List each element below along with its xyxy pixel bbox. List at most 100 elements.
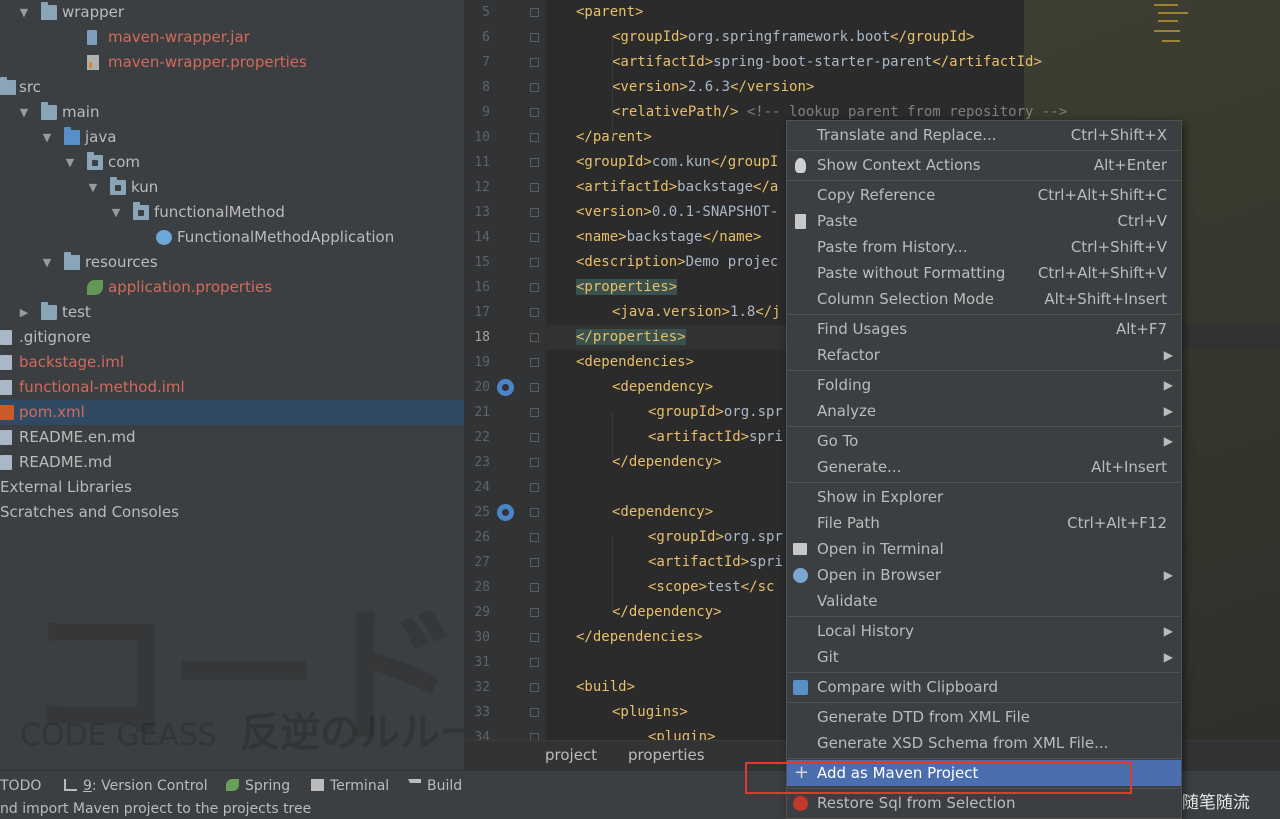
menu-item-column-selection-mode[interactable]: Column Selection Mode Alt+Shift+Insert — [787, 286, 1181, 312]
menu-item-open-in-terminal[interactable]: Open in Terminal — [787, 536, 1181, 562]
menu-item-open-in-browser[interactable]: Open in Browser ▶ — [787, 562, 1181, 588]
tree-item[interactable]: README.md — [0, 450, 464, 475]
tree-item[interactable]: application.properties — [0, 275, 464, 300]
menu-item-paste[interactable]: Paste Ctrl+V — [787, 208, 1181, 234]
menu-item-refactor[interactable]: Refactor ▶ — [787, 342, 1181, 368]
menu-item-find-usages[interactable]: Find Usages Alt+F7 — [787, 316, 1181, 342]
tree-item[interactable]: functional-method.iml — [0, 375, 464, 400]
fold-marker-icon[interactable] — [530, 58, 539, 67]
collapse-arrow-icon[interactable]: ▶ — [17, 300, 31, 325]
tree-item[interactable]: backstage.iml — [0, 350, 464, 375]
tool-window-todo[interactable]: TODO — [0, 778, 41, 794]
fold-marker-icon[interactable] — [530, 333, 539, 342]
fold-marker-icon[interactable] — [530, 533, 539, 542]
menu-item-show-in-explorer[interactable]: Show in Explorer — [787, 484, 1181, 510]
menu-item-generate-xsd-schema-from-xml-file[interactable]: Generate XSD Schema from XML File... — [787, 730, 1181, 756]
tree-item[interactable]: Scratches and Consoles — [0, 500, 464, 525]
fold-marker-icon[interactable] — [530, 558, 539, 567]
dependency-gutter-icon[interactable] — [497, 379, 514, 396]
fold-marker-icon[interactable] — [530, 383, 539, 392]
fold-marker-icon[interactable] — [530, 8, 539, 17]
menu-item-copy-reference[interactable]: Copy Reference Ctrl+Alt+Shift+C — [787, 182, 1181, 208]
tree-item[interactable]: README.en.md — [0, 425, 464, 450]
menu-item-validate[interactable]: Validate — [787, 588, 1181, 614]
menu-separator — [787, 672, 1181, 673]
fold-marker-icon[interactable] — [530, 283, 539, 292]
tree-item[interactable]: maven-wrapper.jar — [0, 25, 464, 50]
expand-arrow-icon[interactable]: ▼ — [17, 100, 31, 125]
fold-marker-icon[interactable] — [530, 483, 539, 492]
fold-marker-icon[interactable] — [530, 433, 539, 442]
tree-item-label: README.md — [19, 453, 113, 471]
menu-item-local-history[interactable]: Local History ▶ — [787, 618, 1181, 644]
breadcrumb-item-project[interactable]: project — [545, 746, 597, 764]
fold-marker-icon[interactable] — [530, 233, 539, 242]
fold-marker-icon[interactable] — [530, 408, 539, 417]
expand-arrow-icon[interactable]: ▼ — [86, 175, 100, 200]
code-comment: <!-- lookup parent from repository --> — [738, 104, 1068, 120]
line-number: 33 — [474, 705, 490, 720]
fold-marker-icon[interactable] — [530, 258, 539, 267]
tree-item[interactable]: ▼ functionalMethod — [0, 200, 464, 225]
tree-item[interactable]: FunctionalMethodApplication — [0, 225, 464, 250]
fold-marker-icon[interactable] — [530, 583, 539, 592]
tree-item[interactable]: ▼ com — [0, 150, 464, 175]
fold-marker-icon[interactable] — [530, 208, 539, 217]
menu-item-show-context-actions[interactable]: Show Context Actions Alt+Enter — [787, 152, 1181, 178]
fold-marker-icon[interactable] — [530, 133, 539, 142]
menu-item-file-path[interactable]: File Path Ctrl+Alt+F12 — [787, 510, 1181, 536]
tree-item[interactable]: ▼ resources — [0, 250, 464, 275]
fold-marker-icon[interactable] — [530, 683, 539, 692]
line-number: 28 — [474, 580, 490, 595]
fold-marker-icon[interactable] — [530, 508, 539, 517]
fold-marker-icon[interactable] — [530, 158, 539, 167]
tree-item[interactable]: ▼ wrapper — [0, 0, 464, 25]
tool-window-build[interactable]: Build — [408, 778, 462, 794]
expand-arrow-icon[interactable]: ▼ — [40, 250, 54, 275]
fold-marker-icon[interactable] — [530, 458, 539, 467]
dependency-gutter-icon[interactable] — [497, 504, 514, 521]
menu-item-analyze[interactable]: Analyze ▶ — [787, 398, 1181, 424]
fold-marker-icon[interactable] — [530, 108, 539, 117]
tree-item[interactable]: maven-wrapper.properties — [0, 50, 464, 75]
tree-item[interactable]: pom.xml — [0, 400, 464, 425]
expand-arrow-icon[interactable]: ▼ — [109, 200, 123, 225]
tool-window-version-control[interactable]: 9: Version Control — [64, 778, 208, 794]
fold-marker-icon[interactable] — [530, 658, 539, 667]
breadcrumb-item-properties[interactable]: properties — [628, 746, 705, 764]
menu-item-git[interactable]: Git ▶ — [787, 644, 1181, 670]
menu-item-folding[interactable]: Folding ▶ — [787, 372, 1181, 398]
menu-item-paste-without-formatting[interactable]: Paste without Formatting Ctrl+Alt+Shift+V — [787, 260, 1181, 286]
fold-marker-icon[interactable] — [530, 183, 539, 192]
tree-item[interactable]: ▼ main — [0, 100, 464, 125]
tree-item[interactable]: ▼ kun — [0, 175, 464, 200]
menu-item-paste-from-history[interactable]: Paste from History... Ctrl+Shift+V — [787, 234, 1181, 260]
menu-item-translate-and-replace[interactable]: Translate and Replace... Ctrl+Shift+X — [787, 122, 1181, 148]
tree-item[interactable]: .gitignore — [0, 325, 464, 350]
submenu-arrow-icon: ▶ — [1163, 434, 1173, 448]
fold-marker-icon[interactable] — [530, 308, 539, 317]
tool-window-spring[interactable]: Spring — [226, 778, 290, 794]
menu-item-generate[interactable]: Generate... Alt+Insert — [787, 454, 1181, 480]
menu-item-go-to[interactable]: Go To ▶ — [787, 428, 1181, 454]
tree-item[interactable]: src — [0, 75, 464, 100]
fold-marker-icon[interactable] — [530, 83, 539, 92]
fold-marker-icon[interactable] — [530, 358, 539, 367]
fold-marker-icon[interactable] — [530, 708, 539, 717]
fold-marker-icon[interactable] — [530, 633, 539, 642]
menu-item-label: Folding — [817, 376, 872, 394]
tree-item-label: .gitignore — [19, 328, 91, 346]
code-line[interactable]: 8 <version>2.6.3</version> — [464, 75, 1280, 100]
tool-window-terminal[interactable]: Terminal — [311, 778, 389, 794]
expand-arrow-icon[interactable]: ▼ — [63, 150, 77, 175]
menu-item-generate-dtd-from-xml-file[interactable]: Generate DTD from XML File — [787, 704, 1181, 730]
tree-item[interactable]: ▼ java — [0, 125, 464, 150]
tree-item[interactable]: External Libraries — [0, 475, 464, 500]
code-tag: </artifactId> — [932, 54, 1042, 70]
expand-arrow-icon[interactable]: ▼ — [40, 125, 54, 150]
menu-item-compare-with-clipboard[interactable]: Compare with Clipboard — [787, 674, 1181, 700]
fold-marker-icon[interactable] — [530, 33, 539, 42]
expand-arrow-icon[interactable]: ▼ — [17, 0, 31, 25]
fold-marker-icon[interactable] — [530, 608, 539, 617]
tree-item[interactable]: ▶ test — [0, 300, 464, 325]
